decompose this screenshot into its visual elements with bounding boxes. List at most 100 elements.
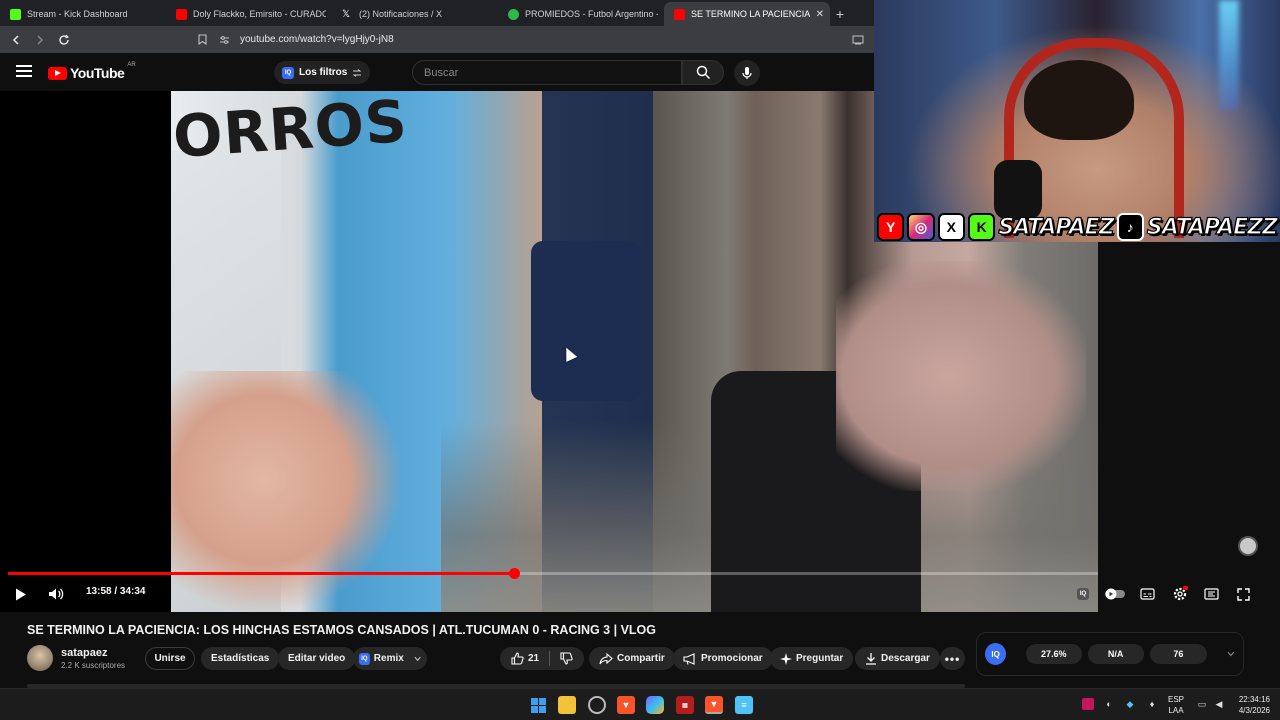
- subtitles-button[interactable]: [1138, 585, 1156, 603]
- notepad-icon[interactable]: ≡: [735, 696, 753, 714]
- swap-icon: [352, 68, 362, 77]
- brave-browser-icon[interactable]: ▼: [617, 696, 635, 714]
- arrow-right-icon: [37, 34, 44, 45]
- tab-promiedos[interactable]: PROMIEDOS - Futbol Argentino - Fix: [498, 2, 664, 26]
- channel-name[interactable]: satapaez: [61, 647, 107, 659]
- progress-fill: [8, 572, 514, 575]
- progress-bar[interactable]: [8, 568, 1098, 579]
- screen: Stream - Kick Dashboard Doly Flackko, Em…: [0, 0, 1280, 720]
- meter-app-icon[interactable]: ▤: [676, 696, 694, 714]
- youtube-icon: Y: [877, 213, 905, 241]
- tray-app-icon[interactable]: [1082, 698, 1094, 710]
- volume-button[interactable]: [47, 585, 65, 603]
- edit-video-button[interactable]: Editar video: [278, 647, 356, 670]
- iq-stats-widget: IQ 27.6% N/A 76: [976, 632, 1244, 676]
- sparkle-icon: [780, 652, 792, 665]
- more-icon: •••: [944, 651, 961, 666]
- time-display: 13:58 / 34:34: [86, 586, 146, 597]
- reload-button[interactable]: [56, 32, 72, 48]
- fullscreen-icon: [1236, 587, 1250, 601]
- download-label: Descargar: [881, 653, 930, 664]
- microphone: [994, 160, 1042, 220]
- tab-youtube-active[interactable]: SE TERMINO LA PACIENCIA: LOS ✕: [664, 2, 830, 26]
- tray-mic-icon[interactable]: ♦: [1146, 698, 1158, 710]
- like-dislike-group: 21: [500, 647, 584, 670]
- autoplay-toggle[interactable]: [1104, 585, 1126, 603]
- iq-icon: IQ: [1077, 588, 1089, 600]
- windows-start-icon[interactable]: [529, 696, 547, 714]
- thumbs-up-icon[interactable]: [511, 652, 524, 665]
- promiedos-favicon-icon: [508, 8, 519, 20]
- cast-icon[interactable]: [852, 34, 864, 46]
- windows-taskbar: ▼ ▤ ▼ ≡ ◐ ◆ ♦ ESP LAA ▭ ◀ 22:34:16 4/3/2…: [0, 688, 1280, 720]
- play-button[interactable]: [12, 585, 30, 603]
- network-icon[interactable]: ▭: [1196, 698, 1208, 710]
- bookmark-icon[interactable]: [196, 34, 208, 46]
- search-button[interactable]: [682, 60, 724, 85]
- more-actions-button[interactable]: •••: [940, 647, 965, 670]
- search-input[interactable]: Buscar: [412, 60, 682, 85]
- subtitles-icon: [1139, 588, 1155, 600]
- tray-security-icon[interactable]: ◆: [1124, 698, 1136, 710]
- remix-icon: IQ: [359, 652, 370, 665]
- progress-scrubber[interactable]: [508, 568, 520, 579]
- channel-avatar[interactable]: [27, 645, 53, 671]
- site-info-icon[interactable]: [218, 34, 230, 46]
- youtube-logo[interactable]: YouTube AR: [48, 62, 136, 81]
- brave-active-icon[interactable]: ▼: [705, 696, 723, 714]
- address-bar[interactable]: youtube.com/watch?v=lygHjy0-jN8: [196, 29, 868, 50]
- obs-icon[interactable]: [588, 696, 606, 714]
- thumbs-down-icon[interactable]: [560, 652, 573, 665]
- settings-button[interactable]: [1170, 585, 1190, 603]
- remix-button[interactable]: IQ Remix: [353, 647, 427, 670]
- download-button[interactable]: Descargar: [855, 647, 940, 670]
- miniplayer-icon: [1203, 588, 1219, 600]
- volume-icon: [49, 588, 64, 600]
- forward-button[interactable]: [32, 32, 48, 48]
- ask-button[interactable]: Preguntar: [770, 647, 854, 670]
- miniplayer-button[interactable]: [1202, 585, 1220, 603]
- subscriber-count: 2.2 K suscriptores: [61, 661, 126, 670]
- speaker-icon[interactable]: ◀: [1213, 698, 1225, 710]
- youtube-wordmark: YouTube: [70, 65, 125, 81]
- language-indicator[interactable]: ESP LAA: [1168, 694, 1184, 716]
- x-icon: X: [937, 213, 965, 241]
- youtube-play-icon: [48, 66, 67, 80]
- instagram-icon: ◎: [907, 213, 935, 241]
- browser-toolbar: youtube.com/watch?v=lygHjy0-jN8: [0, 26, 874, 53]
- tab-label: Doly Flackko, Emirsito - CURADO DE: [193, 9, 326, 19]
- voice-search-button[interactable]: [734, 60, 760, 86]
- back-button[interactable]: [8, 32, 24, 48]
- tab-youtube-doly[interactable]: Doly Flackko, Emirsito - CURADO DE: [166, 2, 332, 26]
- stats-button[interactable]: Estadísticas: [201, 647, 280, 670]
- share-button[interactable]: Compartir: [589, 647, 675, 670]
- like-count[interactable]: 21: [528, 653, 539, 664]
- close-tab-icon[interactable]: ✕: [816, 9, 824, 20]
- clock-date: 4/3/2026: [1238, 706, 1270, 715]
- toggle-icon: [1105, 588, 1125, 600]
- tray-shield-icon[interactable]: ◐: [1103, 698, 1115, 710]
- join-button[interactable]: Unirse: [145, 647, 195, 670]
- download-icon: [866, 653, 876, 665]
- stats-label: Estadísticas: [211, 653, 270, 664]
- youtube-header: YouTube AR IQ Los filtros Buscar: [0, 53, 874, 91]
- tab-label: SE TERMINO LA PACIENCIA: LOS: [691, 9, 810, 19]
- tab-x-notifications[interactable]: 𝕏 (2) Notificaciones / X: [332, 2, 498, 26]
- tiktok-handle: SATAPAEZZ: [1146, 214, 1278, 240]
- tab-label: Stream - Kick Dashboard: [27, 9, 128, 19]
- copilot-icon[interactable]: [646, 696, 664, 714]
- promote-button[interactable]: Promocionar: [673, 647, 773, 670]
- new-tab-button[interactable]: +: [830, 2, 850, 26]
- system-clock[interactable]: 22:34:16 4/3/2026: [1232, 694, 1270, 716]
- iq-player-button[interactable]: IQ: [1074, 585, 1092, 603]
- iq-stats-badge: IQ: [985, 643, 1007, 665]
- file-explorer-icon[interactable]: [558, 696, 576, 714]
- tab-kick-dashboard[interactable]: Stream - Kick Dashboard: [0, 2, 166, 26]
- filters-label: Los filtros: [299, 67, 348, 78]
- menu-icon[interactable]: [16, 65, 32, 78]
- megaphone-icon: [683, 652, 695, 665]
- fullscreen-button[interactable]: [1234, 585, 1252, 603]
- ask-label: Preguntar: [796, 653, 844, 664]
- chevron-down-icon[interactable]: [1227, 651, 1235, 657]
- filters-button[interactable]: IQ Los filtros: [274, 61, 371, 84]
